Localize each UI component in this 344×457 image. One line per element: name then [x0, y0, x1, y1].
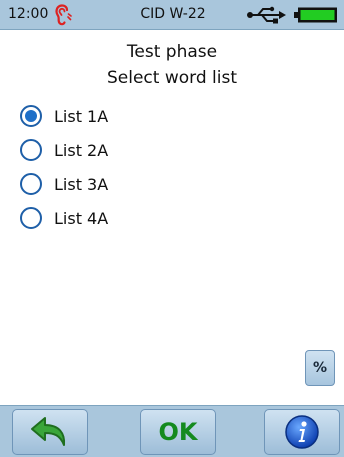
ok-button[interactable]: OK: [140, 409, 216, 455]
status-bar: 12:00 CID W-22: [0, 0, 344, 30]
radio-button[interactable]: [20, 207, 42, 229]
radio-button[interactable]: [20, 173, 42, 195]
info-icon: [285, 415, 319, 449]
radio-label: List 4A: [54, 208, 109, 228]
radio-button[interactable]: [20, 139, 42, 161]
test-phase-heading: Test phase: [126, 42, 218, 62]
percent-button[interactable]: %: [305, 350, 335, 386]
ok-label: OK: [158, 418, 198, 446]
radio-label: List 3A: [54, 174, 109, 194]
radio-list-2a[interactable]: List 2A: [20, 136, 108, 164]
status-time: 12:00: [8, 6, 49, 22]
back-button[interactable]: [12, 409, 88, 455]
battery-icon: [294, 7, 337, 23]
status-title: CID W-22: [140, 6, 206, 22]
radio-label: List 1A: [54, 106, 109, 126]
radio-label: List 2A: [54, 140, 109, 160]
back-arrow-icon: [31, 417, 66, 446]
radio-button-selected[interactable]: [20, 105, 42, 127]
ear-icon: [55, 4, 72, 26]
bottom-bar: OK: [0, 405, 344, 457]
info-button[interactable]: [264, 409, 340, 455]
usb-icon: [247, 6, 286, 24]
select-word-list-heading: Select word list: [106, 68, 237, 88]
radio-list-1a[interactable]: List 1A: [20, 102, 108, 130]
radio-list-3a[interactable]: List 3A: [20, 170, 108, 198]
radio-list-4a[interactable]: List 4A: [20, 204, 108, 232]
